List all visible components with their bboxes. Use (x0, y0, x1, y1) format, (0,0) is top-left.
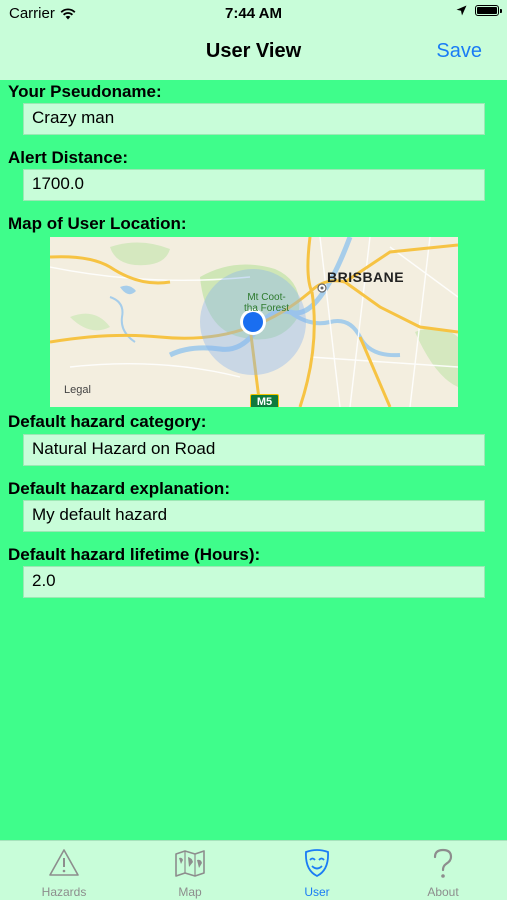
lake (120, 285, 136, 295)
location-arrow-icon (456, 5, 467, 16)
pseudonym-label: Your Pseudoname: (8, 82, 162, 101)
user-location-map[interactable]: BRISBANE Mt Coot-tha Forest M5 Legal (50, 237, 458, 407)
tab-user-label: User (304, 885, 330, 899)
hazard-lifetime-field[interactable]: 2.0 (23, 566, 485, 598)
park-area (70, 313, 110, 331)
park-area (415, 328, 458, 387)
hazard-explanation-field[interactable]: My default hazard (23, 500, 485, 532)
tab-about-label: About (427, 885, 459, 899)
map-city-label: BRISBANE (327, 269, 405, 285)
tab-user[interactable]: User (254, 841, 380, 900)
save-button[interactable]: Save (436, 40, 482, 63)
hazard-category-label: Default hazard category: (8, 412, 207, 431)
pseudonym-field[interactable]: Crazy man (23, 103, 485, 135)
road-shield: M5 (250, 394, 279, 407)
tab-hazards[interactable]: Hazards (1, 841, 127, 900)
map-label: Map of User Location: (8, 214, 187, 233)
hazard-explanation-label: Default hazard explanation: (8, 479, 230, 498)
battery-icon (475, 5, 502, 16)
river (288, 310, 401, 358)
warning-icon (49, 849, 79, 876)
alert-distance-label: Alert Distance: (8, 148, 128, 167)
hazard-category-field[interactable]: Natural Hazard on Road (23, 434, 485, 466)
status-bar: Carrier 7:44 AM (0, 0, 507, 28)
tab-hazards-label: Hazards (41, 885, 87, 899)
mask-icon (305, 849, 329, 878)
map-suburb-label: Mt Coot-tha Forest (244, 292, 290, 314)
location-dot (243, 312, 263, 332)
tab-about[interactable]: About (380, 841, 506, 900)
status-time: 7:44 AM (225, 5, 282, 22)
status-right (456, 5, 502, 16)
navigation-bar: Carrier 7:44 AM User View Save (0, 0, 507, 80)
tab-map[interactable]: Map (127, 841, 253, 900)
question-icon (433, 848, 453, 878)
page-title: User View (205, 40, 302, 62)
map-graphic (50, 237, 458, 407)
map-icon (175, 850, 205, 877)
map-legal-link[interactable]: Legal (64, 384, 91, 396)
park-area (110, 242, 170, 266)
alert-distance-field[interactable]: 1700.0 (23, 169, 485, 201)
tab-bar: Hazards Map User About (0, 840, 507, 900)
hazard-lifetime-label: Default hazard lifetime (Hours): (8, 545, 261, 564)
tab-map-label: Map (178, 885, 202, 899)
